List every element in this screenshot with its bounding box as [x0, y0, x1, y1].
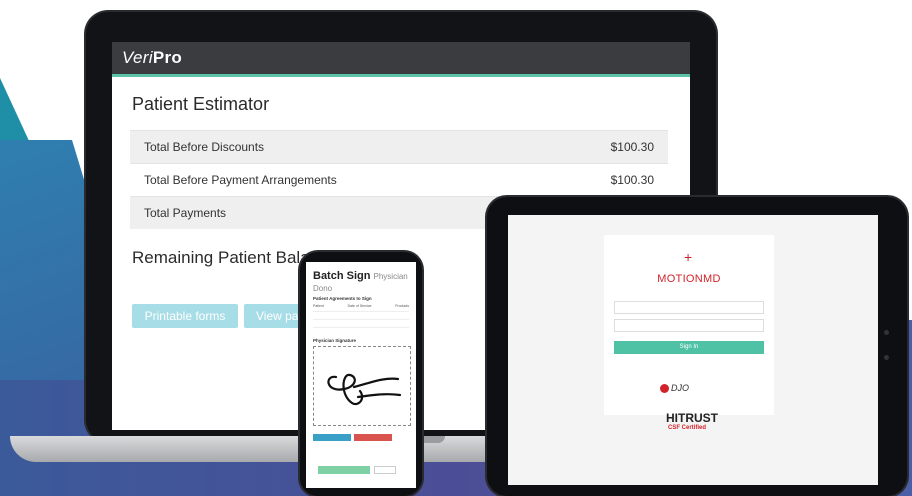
signature-heading: Physician Signature [313, 338, 357, 343]
table-row: Total Before Discounts $100.30 [130, 130, 668, 163]
csf-certified-label: CSF Certified [668, 425, 707, 431]
save-signature-button[interactable] [313, 434, 351, 441]
table-row[interactable] [313, 312, 409, 320]
veripro-logo: VeriPro [122, 48, 183, 67]
row-value: $100.30 [610, 140, 654, 154]
signature-drawing [327, 373, 402, 406]
sign-selected-button[interactable] [318, 466, 370, 474]
agreements-heading: Patient Agreements to Sign [313, 296, 372, 301]
agreements-table: Patient Date of Service Products [313, 304, 409, 328]
phone-screen: Batch Sign Physician Dono Patient Agreem… [306, 262, 416, 488]
tablet-sensor-icon [884, 355, 889, 360]
tablet-camera-icon [884, 330, 889, 335]
password-input[interactable] [614, 319, 764, 332]
login-card: + MOTIONMD Sign In DJO [604, 235, 774, 415]
sign-in-button[interactable]: Sign In [614, 341, 764, 354]
motionmd-logo: MOTIONMD [657, 273, 721, 285]
clear-signature-button[interactable] [354, 434, 392, 441]
remaining-balance-label: Remaining Patient Bala [132, 248, 310, 267]
username-input[interactable] [614, 301, 764, 314]
app-header: VeriPro [112, 42, 690, 77]
page-title: Patient Estimator [132, 94, 270, 114]
cancel-button[interactable] [374, 466, 396, 474]
tablet-screen: + MOTIONMD Sign In DJO HITRUST CSF Certi… [508, 215, 878, 485]
hitrust-logo: HITRUST [666, 411, 718, 425]
table-row[interactable] [313, 320, 409, 328]
row-label: Total Payments [144, 206, 227, 220]
djo-dot-icon [660, 384, 669, 394]
table-header-row: Patient Date of Service Products [313, 304, 409, 312]
table-row: Total Before Payment Arrangements $100.3… [130, 163, 668, 196]
signature-pad[interactable] [313, 346, 411, 426]
batch-sign-title: Batch Sign Physician Dono [313, 270, 408, 293]
row-label: Total Before Payment Arrangements [144, 173, 337, 187]
djo-logo: DJO [660, 383, 689, 394]
plus-icon: + [684, 249, 693, 265]
row-value: $100.30 [610, 173, 654, 187]
row-label: Total Before Discounts [144, 140, 265, 154]
printable-forms-button[interactable]: Printable forms [132, 304, 238, 328]
